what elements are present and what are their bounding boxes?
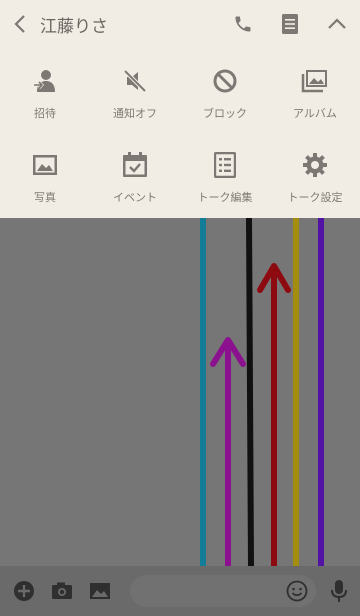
menu-label-event: イベント [113,191,157,204]
camera-button[interactable] [43,566,81,616]
notes-button[interactable] [266,0,313,48]
menu-item-talk-settings[interactable]: トーク設定 [270,131,360,218]
chat-menu-panel: 招待 通知オフ ブロック アルバム 写真 イベント トーク編集 トーク設定 [0,48,360,218]
menu-label-album: アルバム [293,107,337,120]
chat-title: 江藤りさ [40,16,108,37]
camera-icon [52,582,72,599]
emoji-icon [286,580,308,602]
notes-icon [281,14,298,34]
menu-item-invite[interactable]: 招待 [0,48,90,131]
menu-item-block[interactable]: ブロック [180,48,270,131]
phone-icon [235,16,250,32]
menu-label-block: ブロック [203,107,247,120]
menu-label-invite: 招待 [34,107,56,120]
message-input-bar [0,566,360,616]
photo-icon [33,155,57,175]
background-stripes [200,217,324,567]
collapse-icon [327,18,346,29]
voice-button[interactable] [322,574,356,608]
menu-item-edit-talk[interactable]: トーク編集 [180,131,270,218]
menu-item-mute[interactable]: 通知オフ [90,48,180,131]
plus-icon [14,581,34,601]
menu-label-edit-talk: トーク編集 [197,191,253,204]
event-icon [123,152,147,177]
add-button[interactable] [5,566,43,616]
back-icon [14,15,25,33]
menu-label-photo: 写真 [34,191,56,204]
menu-item-photo[interactable]: 写真 [0,131,90,218]
invite-icon [34,70,55,92]
menu-item-album[interactable]: アルバム [270,48,360,131]
chat-header: 江藤りさ [0,0,360,48]
mic-icon [331,580,347,602]
image-button[interactable] [81,566,119,616]
edit-talk-icon [214,152,236,178]
arrow-maroon [257,263,291,566]
back-button[interactable] [0,0,40,48]
block-icon [213,69,237,93]
image-icon [90,583,110,599]
album-icon [301,70,327,93]
mute-icon [123,69,147,93]
menu-label-talk-settings: トーク設定 [287,191,343,204]
arrow-magenta [210,337,246,566]
emoji-button[interactable] [281,575,313,607]
chat-area [0,217,360,567]
menu-item-event[interactable]: イベント [90,131,180,218]
settings-icon [303,153,327,177]
menu-label-mute: 通知オフ [113,107,157,120]
call-button[interactable] [219,0,266,48]
stripe-black [246,217,254,567]
collapse-menu-button[interactable] [313,0,360,48]
